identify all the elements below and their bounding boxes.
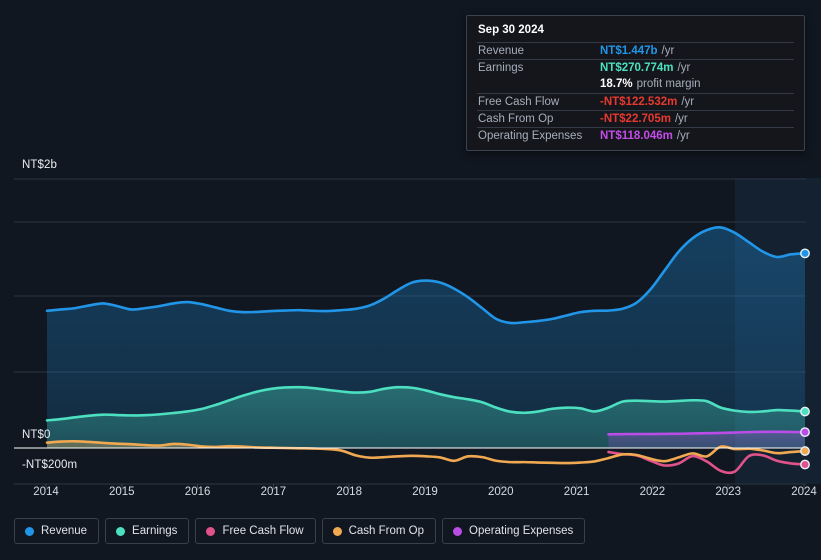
tooltip-metric-label: Revenue: [478, 45, 525, 57]
tooltip-metric-value: -NT$22.705m: [600, 113, 671, 125]
legend-item-label: Revenue: [41, 525, 88, 537]
tooltip-metric-unit: /yr: [677, 62, 691, 74]
x-axis-tick-2014: 2014: [33, 486, 59, 498]
legend-item-earnings[interactable]: Earnings: [105, 518, 190, 544]
tooltip-row: Operating Expenses NT$118.046m/yr: [477, 127, 794, 144]
legend-item-label: Free Cash Flow: [222, 525, 304, 537]
legend-item-revenue[interactable]: Revenue: [14, 518, 100, 544]
x-axis-tick-2021: 2021: [563, 486, 590, 498]
tooltip-row: Revenue NT$1.447b/yr: [477, 42, 794, 59]
x-axis-tick-2020: 2020: [488, 486, 514, 498]
tooltip-title: Sep 30 2024: [478, 24, 544, 36]
tooltip-metric-label: Cash From Op: [478, 113, 554, 125]
x-axis-tick-2022: 2022: [639, 486, 666, 498]
tooltip-row: Free Cash Flow -NT$122.532m/yr: [477, 93, 794, 110]
legend-color-dot-icon: [332, 526, 342, 536]
legend-item-operating-expenses[interactable]: Operating Expenses: [442, 518, 586, 544]
legend-color-dot-icon: [25, 526, 34, 536]
tooltip-row: Earnings NT$270.774m/yr: [477, 59, 794, 76]
tooltip-metric-value: NT$270.774m: [600, 62, 674, 74]
data-tooltip: Sep 30 2024 Revenue NT$1.447b/yr Earnings N…: [466, 15, 805, 151]
tooltip-metric-unit: /yr: [676, 130, 690, 142]
endpoint-dot-cash-from-op: [800, 446, 810, 456]
y-axis-label-top: NT$2b: [22, 159, 58, 171]
endpoint-dot-earnings: [800, 406, 810, 417]
tooltip-rows: Revenue NT$1.447b/yr Earnings NT$270.774m/y…: [477, 42, 794, 144]
endpoint-dot-revenue: [800, 248, 810, 259]
series-layer: [45, 226, 807, 475]
legend-color-dot-icon: [116, 526, 126, 536]
financial-chart-screenshot: NT$2b NT$0 -NT$200m 2014 2015 2016 2017 2018…: [0, 0, 821, 560]
tooltip-metric-unit: /yr: [681, 96, 695, 108]
legend-item-label: Earnings: [132, 525, 178, 537]
legend-item-free-cash-flow[interactable]: Free Cash Flow: [195, 518, 316, 544]
legend-color-dot-icon: [453, 526, 463, 536]
tooltip-metric-label: Free Cash Flow: [478, 96, 560, 108]
x-axis-tick-2018: 2018: [336, 486, 362, 498]
chart-legend: Revenue Earnings Free Cash Flow Cash From O…: [14, 518, 586, 544]
tooltip-metric-label: Operating Expenses: [478, 130, 583, 142]
x-axis-tick-2015: 2015: [109, 486, 135, 498]
x-axis-tick-2017: 2017: [260, 486, 287, 498]
endpoint-dot-free-cash-flow: [800, 459, 810, 470]
x-axis-tick-2024: 2024: [791, 486, 817, 498]
tooltip-metric-unit: /yr: [674, 113, 688, 125]
tooltip-metric-value: NT$1.447b: [600, 45, 658, 57]
tooltip-metric-value: NT$118.046m: [600, 130, 673, 142]
tooltip-row: 18.7% profit margin: [477, 76, 794, 93]
legend-color-dot-icon: [206, 526, 216, 536]
legend-item-label: Operating Expenses: [469, 525, 574, 537]
tooltip-metric-label: Earnings: [478, 62, 524, 74]
x-axis-tick-2023: 2023: [715, 486, 741, 498]
legend-item-label: Cash From Op: [348, 525, 425, 537]
x-axis-tick-2016: 2016: [184, 486, 211, 498]
tooltip-row: Cash From Op -NT$22.705m/yr: [477, 110, 794, 127]
y-axis-label-bottom: -NT$200m: [22, 459, 78, 471]
tooltip-metric-unit: /yr: [661, 45, 675, 57]
tooltip-profit-margin-label: profit margin: [636, 78, 701, 90]
legend-item-cash-from-op[interactable]: Cash From Op: [321, 518, 437, 544]
x-axis-tick-2019: 2019: [412, 486, 438, 498]
tooltip-profit-margin-value: 18.7%: [600, 78, 633, 90]
y-axis-label-zero: NT$0: [22, 429, 51, 441]
endpoint-dot-operating-expenses: [800, 427, 810, 438]
tooltip-metric-value: -NT$122.532m: [600, 96, 678, 108]
